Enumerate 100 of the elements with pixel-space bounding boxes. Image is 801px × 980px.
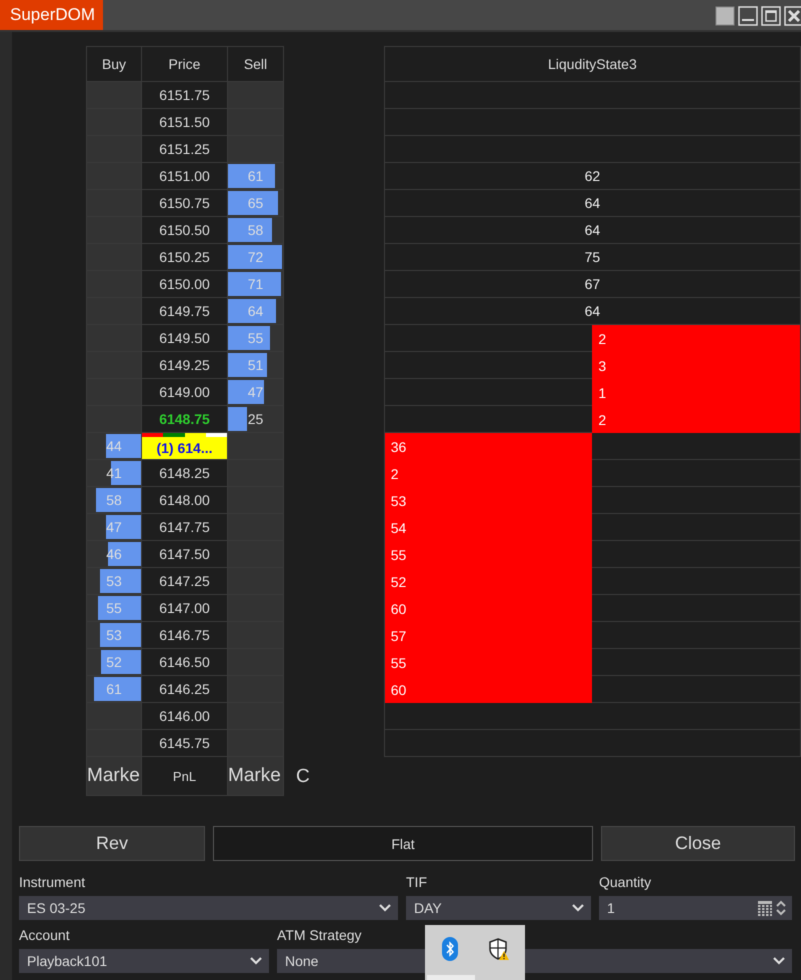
price-cell[interactable]: 6150.50 [142, 217, 228, 244]
buy-cell[interactable] [87, 136, 142, 163]
price-cell[interactable]: 6151.25 [142, 136, 228, 163]
price-cell[interactable]: 6151.50 [142, 109, 228, 136]
price-cell[interactable]: 6149.25 [142, 352, 228, 379]
buy-cell[interactable] [87, 703, 142, 730]
buy-cell[interactable] [87, 163, 142, 190]
price-cell[interactable]: 6147.75 [142, 514, 228, 541]
price-cell[interactable]: 6148.00 [142, 487, 228, 514]
sell-cell[interactable] [228, 649, 284, 676]
close-icon[interactable] [784, 6, 801, 26]
price-cell[interactable]: 6147.50 [142, 541, 228, 568]
spinner-arrows-icon[interactable] [776, 900, 786, 916]
volume-value: 65 [248, 195, 264, 211]
sell-cell[interactable] [228, 460, 284, 487]
sell-cell[interactable] [228, 136, 284, 163]
sell-cell[interactable] [228, 514, 284, 541]
liquidity-column-header: LiqudityState3 [384, 47, 800, 82]
price-cell[interactable]: 6150.25 [142, 244, 228, 271]
buy-cell[interactable] [87, 406, 142, 433]
liquidity-bid-cell: 55 [384, 541, 592, 568]
liquidity-bid-cell: 53 [384, 487, 592, 514]
volume-value: 47 [248, 384, 264, 400]
buy-cell[interactable] [87, 730, 142, 757]
sell-cell[interactable] [228, 622, 284, 649]
price-cell[interactable]: 6148.25 [142, 460, 228, 487]
volume-value: 52 [106, 654, 122, 670]
buy-cell[interactable] [87, 298, 142, 325]
maximize-icon[interactable] [761, 6, 781, 26]
liquidity-value: 64 [584, 194, 602, 213]
buy-cell[interactable] [87, 109, 142, 136]
buy-cell[interactable] [87, 82, 142, 109]
buy-cell[interactable] [87, 271, 142, 298]
buy-cell[interactable] [87, 244, 142, 271]
position-cell[interactable]: (1) 614... [142, 433, 228, 460]
sell-cell[interactable] [228, 109, 284, 136]
price-cell[interactable]: 6150.75 [142, 190, 228, 217]
calculator-icon[interactable] [758, 900, 772, 916]
volume-value: 55 [106, 600, 122, 616]
volume-value: 64 [248, 303, 264, 319]
last-price-cell[interactable]: 6148.75 [142, 406, 228, 433]
price-cell[interactable]: 6151.00 [142, 163, 228, 190]
buy-column-header[interactable]: Buy [87, 47, 142, 82]
buy-market-button[interactable]: Marke [86, 757, 142, 796]
sell-cell[interactable] [228, 568, 284, 595]
price-cell[interactable]: 6146.00 [142, 703, 228, 730]
reverse-button[interactable]: Rev [19, 826, 205, 861]
pnl-cell: PnL [142, 757, 228, 796]
price-cell[interactable]: 6146.25 [142, 676, 228, 703]
buy-cell[interactable] [87, 217, 142, 244]
sell-column-header[interactable]: Sell [228, 47, 284, 82]
price-cell[interactable]: 6149.00 [142, 379, 228, 406]
bluetooth-icon[interactable] [442, 937, 458, 961]
sell-cell[interactable] [228, 730, 284, 757]
sell-cell[interactable] [228, 433, 284, 460]
buy-cell[interactable] [87, 352, 142, 379]
price-cell[interactable]: 6149.75 [142, 298, 228, 325]
quantity-field[interactable]: 1 [599, 896, 792, 920]
field-label: Instrument [19, 873, 86, 891]
dropdown-field[interactable]: DAY [406, 896, 591, 920]
liquidity-ask-cell: 1 [592, 379, 800, 406]
sell-cell[interactable] [228, 595, 284, 622]
buy-cell[interactable] [87, 325, 142, 352]
minimize-icon[interactable] [738, 6, 758, 26]
sell-cell[interactable]: 25 [228, 406, 284, 433]
volume-value: 72 [248, 249, 264, 265]
flat-button[interactable]: Flat [213, 826, 593, 861]
buy-cell[interactable] [87, 190, 142, 217]
liquidity-value: 67 [584, 275, 602, 294]
sell-cell[interactable] [228, 82, 284, 109]
dropdown-field[interactable]: Playback101 [19, 949, 269, 973]
liquidity-value: 64 [584, 302, 602, 321]
window-color-icon[interactable] [715, 6, 735, 26]
sell-cell[interactable] [228, 541, 284, 568]
volume-value: 47 [106, 519, 122, 535]
volume-value: 51 [248, 357, 264, 373]
price-cell[interactable]: 6147.00 [142, 595, 228, 622]
security-warning-icon[interactable] [488, 937, 510, 961]
sell-market-button[interactable]: Marke [228, 757, 284, 796]
field-label: ATM Strategy [277, 926, 363, 944]
price-cell[interactable]: 6147.25 [142, 568, 228, 595]
liquidity-bid-cell: 52 [384, 568, 592, 595]
close-position-button[interactable]: Close [601, 826, 795, 861]
buy-cell[interactable] [87, 379, 142, 406]
liquidity-value: 64 [584, 221, 602, 240]
liquidity-bid-cell: 2 [384, 460, 592, 487]
sell-cell[interactable] [228, 676, 284, 703]
price-cell[interactable]: 6145.75 [142, 730, 228, 757]
volume-value: 61 [248, 168, 264, 184]
price-column-header[interactable]: Price [142, 47, 228, 82]
price-cell[interactable]: 6151.75 [142, 82, 228, 109]
sell-cell[interactable] [228, 703, 284, 730]
volume-value: 58 [248, 222, 264, 238]
price-cell[interactable]: 6150.00 [142, 271, 228, 298]
dropdown-field[interactable]: ES 03-25 [19, 896, 398, 920]
price-cell[interactable]: 6146.75 [142, 622, 228, 649]
sell-cell[interactable] [228, 487, 284, 514]
price-cell[interactable]: 6146.50 [142, 649, 228, 676]
field-label: Quantity [599, 873, 652, 891]
price-cell[interactable]: 6149.50 [142, 325, 228, 352]
